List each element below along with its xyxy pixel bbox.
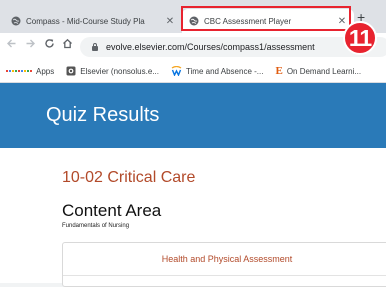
globe-icon bbox=[11, 16, 21, 26]
bookmark-label: On Demand Learni... bbox=[286, 66, 362, 76]
address-bar[interactable]: evolve.elsevier.com/Courses/compass1/ass… bbox=[80, 37, 386, 57]
panel-header: Health and Physical Assessment bbox=[63, 243, 386, 276]
bookmark-apps[interactable]: Apps bbox=[6, 67, 54, 76]
results-panel: Health and Physical Assessment bbox=[62, 242, 386, 287]
main-content: 10-02 Critical Care Content Area Fundame… bbox=[0, 148, 386, 287]
tab-label: Compass - Mid-Course Study Pla bbox=[26, 16, 145, 26]
url-text: evolve.elsevier.com/Courses/compass1/ass… bbox=[106, 42, 315, 52]
forward-button[interactable] bbox=[25, 38, 36, 52]
reload-button[interactable] bbox=[44, 38, 55, 52]
e-logo-icon: E bbox=[275, 65, 283, 77]
home-button[interactable] bbox=[62, 38, 73, 52]
elsevier-favicon bbox=[66, 66, 76, 76]
home-icon bbox=[63, 38, 72, 49]
tab-compass[interactable]: Compass - Mid-Course Study Pla ✕ bbox=[4, 9, 182, 33]
content-area-value: Fundamentals of Nursing bbox=[62, 223, 130, 229]
lock-icon bbox=[92, 43, 98, 51]
workday-icon bbox=[171, 66, 182, 76]
arrow-right-icon bbox=[26, 39, 35, 48]
browser-toolbar: evolve.elsevier.com/Courses/compass1/ass… bbox=[0, 33, 386, 60]
bookmark-label: Apps bbox=[36, 66, 55, 76]
bookmark-label: Elsevier (nonsolus.e... bbox=[80, 66, 159, 76]
quiz-title: 10-02 Critical Care bbox=[62, 169, 196, 186]
arrow-left-icon bbox=[7, 39, 16, 48]
page-title: Quiz Results bbox=[46, 104, 160, 126]
annotation-highlight-box bbox=[181, 6, 351, 31]
apps-grid-icon bbox=[6, 70, 32, 72]
bookmark-label: Time and Absence -... bbox=[185, 66, 264, 76]
back-button[interactable] bbox=[6, 38, 17, 52]
reload-icon bbox=[45, 39, 54, 48]
page-header: Quiz Results bbox=[0, 83, 386, 148]
bookmark-on-demand-learning[interactable]: E On Demand Learni... bbox=[275, 65, 361, 77]
bookmark-time-and-absence[interactable]: Time and Absence -... bbox=[171, 66, 264, 76]
bookmarks-bar: Apps Elsevier (nonsolus.e... Time and Ab… bbox=[0, 60, 386, 83]
close-tab-icon[interactable]: ✕ bbox=[164, 16, 176, 27]
content-area-heading: Content Area bbox=[62, 201, 162, 220]
annotation-step-badge: 11 bbox=[343, 21, 377, 55]
bookmark-elsevier[interactable]: Elsevier (nonsolus.e... bbox=[66, 66, 159, 76]
